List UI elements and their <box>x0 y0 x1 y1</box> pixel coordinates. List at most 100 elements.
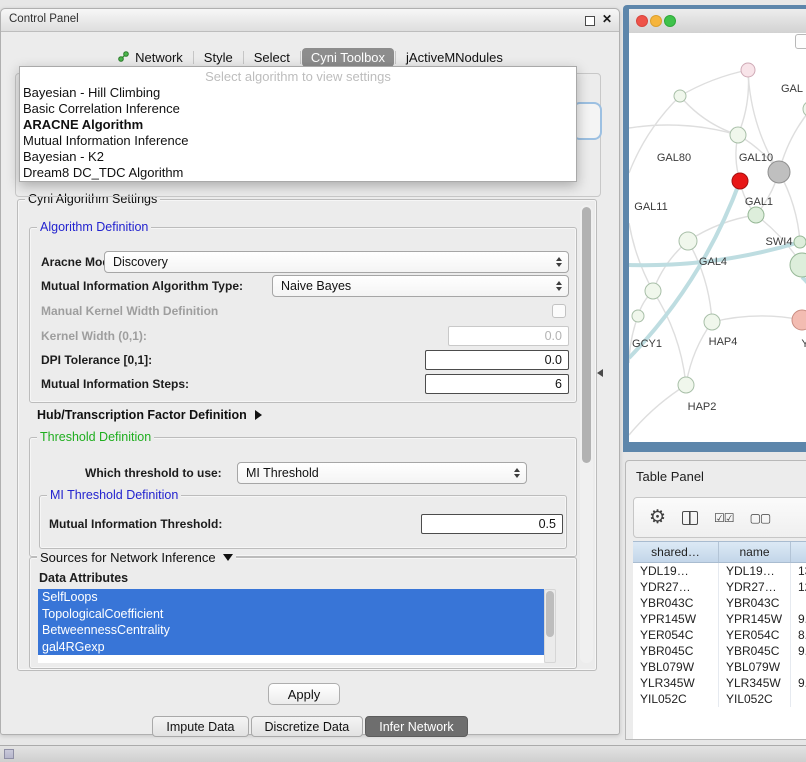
bottom-tab-discretize-data[interactable]: Discretize Data <box>251 716 364 737</box>
algorithm-option-bayesian-k2[interactable]: Bayesian - K2 <box>20 149 576 165</box>
panel-collapse-arrow[interactable] <box>597 369 603 377</box>
network-edge[interactable] <box>680 70 748 96</box>
mi-algorithm-type-select[interactable]: Naive Bayes <box>272 275 569 297</box>
bottom-tab-infer-network[interactable]: Infer Network <box>365 716 467 737</box>
dpi-tolerance-label: DPI Tolerance [0,1]: <box>41 353 152 367</box>
table-panel-window: Table Panel ⚙ ☑☑ ▢▢ shared…name YDL19…YD… <box>625 460 806 740</box>
algorithm-option-basic-correlation-inference[interactable]: Basic Correlation Inference <box>20 101 576 117</box>
network-icon <box>117 51 130 63</box>
view-toolbar-fragment[interactable] <box>795 34 806 49</box>
table-row[interactable]: YDR27…YDR27…12 <box>633 579 806 595</box>
close-panel-icon[interactable]: ✕ <box>602 12 612 26</box>
columns-icon[interactable] <box>682 511 698 525</box>
scrollbar-thumb[interactable] <box>582 207 591 463</box>
network-node[interactable] <box>632 310 644 322</box>
threshold-type-value: MI Threshold <box>246 466 319 480</box>
table-row[interactable]: YER054CYER054C8. <box>633 627 806 643</box>
network-edge[interactable] <box>738 70 749 135</box>
network-node[interactable] <box>732 173 748 189</box>
network-edge[interactable] <box>629 385 686 435</box>
table-row[interactable]: YIL052CYIL052C <box>633 691 806 707</box>
network-node[interactable] <box>674 90 686 102</box>
column-header[interactable]: shared… <box>633 542 719 562</box>
tab-jactivemnodules[interactable]: jActiveMNodules <box>397 48 512 67</box>
attribute-list-item[interactable]: TopologicalCoefficient <box>38 606 544 623</box>
network-node[interactable] <box>792 310 806 330</box>
network-node[interactable] <box>748 207 764 223</box>
table-row[interactable]: YDL19…YDL19…13 <box>633 563 806 579</box>
table-row[interactable]: YBR043CYBR043C <box>633 595 806 611</box>
node-label: GAL10 <box>739 152 773 164</box>
zoom-window-icon[interactable] <box>664 15 676 27</box>
mi-algorithm-type-value: Naive Bayes <box>281 279 351 293</box>
network-node[interactable] <box>768 161 790 183</box>
network-edge[interactable] <box>712 316 802 322</box>
algorithm-placeholder-option[interactable]: Select algorithm to view settings <box>20 69 576 85</box>
mi-steps-field[interactable]: 6 <box>425 374 569 394</box>
select-all-icon[interactable]: ☑☑ <box>714 511 734 525</box>
tab-style[interactable]: Style <box>195 48 242 67</box>
hub-section-toggle[interactable]: Hub/Transcription Factor Definition <box>37 408 262 422</box>
tab-cyni-toolbox[interactable]: Cyni Toolbox <box>302 48 394 67</box>
threshold-type-select[interactable]: MI Threshold <box>237 462 527 484</box>
network-node[interactable] <box>678 377 694 393</box>
sources-collapse-toggle[interactable]: Sources for Network Inference <box>37 550 236 565</box>
table-cell: YDR27… <box>633 579 719 595</box>
tab-label: Cyni Toolbox <box>311 50 385 65</box>
apply-button[interactable]: Apply <box>268 683 340 705</box>
application-background: Control Panel ✕ NetworkStyleSelect Cyni T… <box>0 0 806 762</box>
gear-icon[interactable]: ⚙ <box>649 508 666 527</box>
network-node[interactable] <box>704 314 720 330</box>
network-edge[interactable] <box>680 96 738 135</box>
table-row[interactable]: YBL079WYBL079W <box>633 659 806 675</box>
kernel-width-field[interactable]: 0.0 <box>448 326 569 346</box>
mi-threshold-field[interactable]: 0.5 <box>421 514 563 534</box>
network-window-titlebar[interactable] <box>629 9 806 34</box>
float-panel-icon[interactable] <box>585 16 595 26</box>
table-cell: YPR145W <box>719 611 791 627</box>
tab-select[interactable]: Select <box>245 48 299 67</box>
aracne-mode-select[interactable]: Discovery <box>104 251 569 273</box>
network-edge[interactable] <box>629 223 653 291</box>
node-label: GAL11 <box>634 201 667 213</box>
node-label: GCY1 <box>632 338 662 350</box>
tab-separator <box>193 51 194 64</box>
column-header[interactable] <box>791 542 806 562</box>
settings-scrollbar[interactable] <box>580 205 593 663</box>
algorithm-option-mutual-information-inference[interactable]: Mutual Information Inference <box>20 133 576 149</box>
chevron-down-icon <box>223 554 233 561</box>
attribute-list-item[interactable]: SelfLoops <box>38 589 544 606</box>
algorithm-option-bayesian-hill-climbing[interactable]: Bayesian - Hill Climbing <box>20 85 576 101</box>
bottom-tab-impute-data[interactable]: Impute Data <box>152 716 248 737</box>
column-header[interactable]: name <box>719 542 791 562</box>
table-row[interactable]: YLR345WYLR345W9. <box>633 675 806 691</box>
manual-kernel-checkbox[interactable] <box>552 304 566 318</box>
network-node[interactable] <box>645 283 661 299</box>
network-node[interactable] <box>679 232 697 250</box>
close-window-icon[interactable] <box>636 15 648 27</box>
minimize-window-icon[interactable] <box>650 15 662 27</box>
tab-network[interactable]: Network <box>108 48 192 67</box>
table-panel-title: Table Panel <box>636 469 704 484</box>
sources-title: Sources for Network Inference <box>40 550 216 565</box>
network-node[interactable] <box>790 253 806 277</box>
algorithm-option-dream8-dc-tdc-algorithm[interactable]: Dream8 DC_TDC Algorithm <box>20 165 576 181</box>
scrollbar-thumb[interactable] <box>546 591 554 637</box>
dpi-tolerance-field[interactable]: 0.0 <box>425 350 569 370</box>
network-canvas[interactable]: GALGAL80GAL10GAL11GAL1SWI4GAL4GCY1HAP4YH… <box>629 33 806 442</box>
table-row[interactable]: YPR145WYPR145W9. <box>633 611 806 627</box>
network-edge[interactable] <box>629 125 738 135</box>
attribute-list-item[interactable]: BetweennessCentrality <box>38 622 544 639</box>
algorithm-option-aracne-algorithm[interactable]: ARACNE Algorithm <box>20 117 576 133</box>
attribute-list-scrollbar[interactable] <box>544 589 556 663</box>
network-node[interactable] <box>794 236 806 248</box>
deselect-all-icon[interactable]: ▢▢ <box>750 511 771 525</box>
network-node[interactable] <box>730 127 746 143</box>
control-panel-window: Control Panel ✕ NetworkStyleSelect Cyni T… <box>0 8 620 735</box>
network-node[interactable] <box>741 63 755 77</box>
control-panel-titlebar[interactable]: Control Panel ✕ <box>1 9 619 32</box>
attribute-list-item[interactable]: gal4RGexp <box>38 639 544 656</box>
table-row[interactable]: YBR045CYBR045C9. <box>633 643 806 659</box>
panel-grid-icon[interactable] <box>4 749 14 759</box>
network-edge[interactable] <box>686 322 712 385</box>
